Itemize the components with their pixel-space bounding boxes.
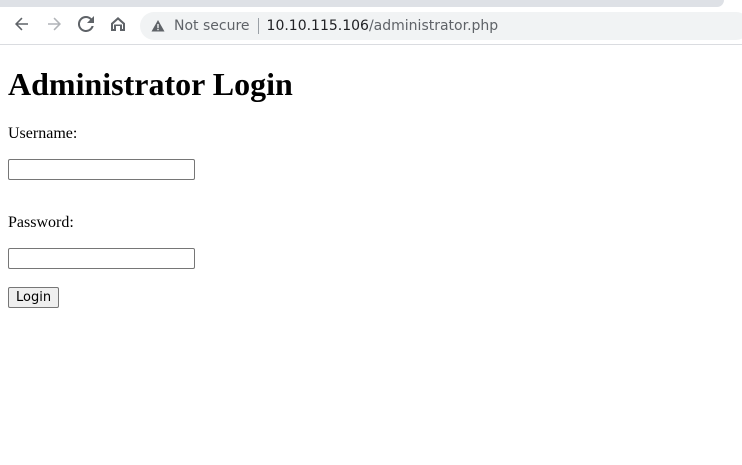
page-title: Administrator Login (8, 66, 293, 102)
page-content: Administrator Login Username: Password: … (0, 45, 742, 465)
home-button[interactable] (104, 10, 132, 38)
browser-toolbar: Not secure 10.10.115.106/administrator.p… (0, 8, 742, 45)
home-icon (110, 16, 126, 32)
reload-icon (78, 16, 94, 32)
active-tab-edge (0, 0, 724, 7)
password-label: Password: (8, 214, 74, 231)
tab-strip (0, 0, 742, 8)
back-button[interactable] (8, 10, 36, 38)
reload-button[interactable] (72, 10, 100, 38)
login-button[interactable]: Login (8, 287, 60, 308)
forward-arrow-icon (46, 16, 62, 32)
username-input[interactable] (8, 159, 195, 180)
forward-button[interactable] (40, 10, 68, 38)
security-status-label[interactable]: Not secure (174, 18, 250, 34)
password-input[interactable] (8, 248, 195, 269)
back-arrow-icon (14, 16, 30, 32)
omnibox-divider (257, 18, 259, 34)
url-path[interactable]: /administrator.php (369, 18, 498, 34)
url-host[interactable]: 10.10.115.106 (267, 18, 369, 34)
address-bar[interactable]: Not secure 10.10.115.106/administrator.p… (140, 12, 742, 40)
username-label: Username: (8, 125, 78, 142)
warning-icon[interactable] (151, 19, 165, 33)
